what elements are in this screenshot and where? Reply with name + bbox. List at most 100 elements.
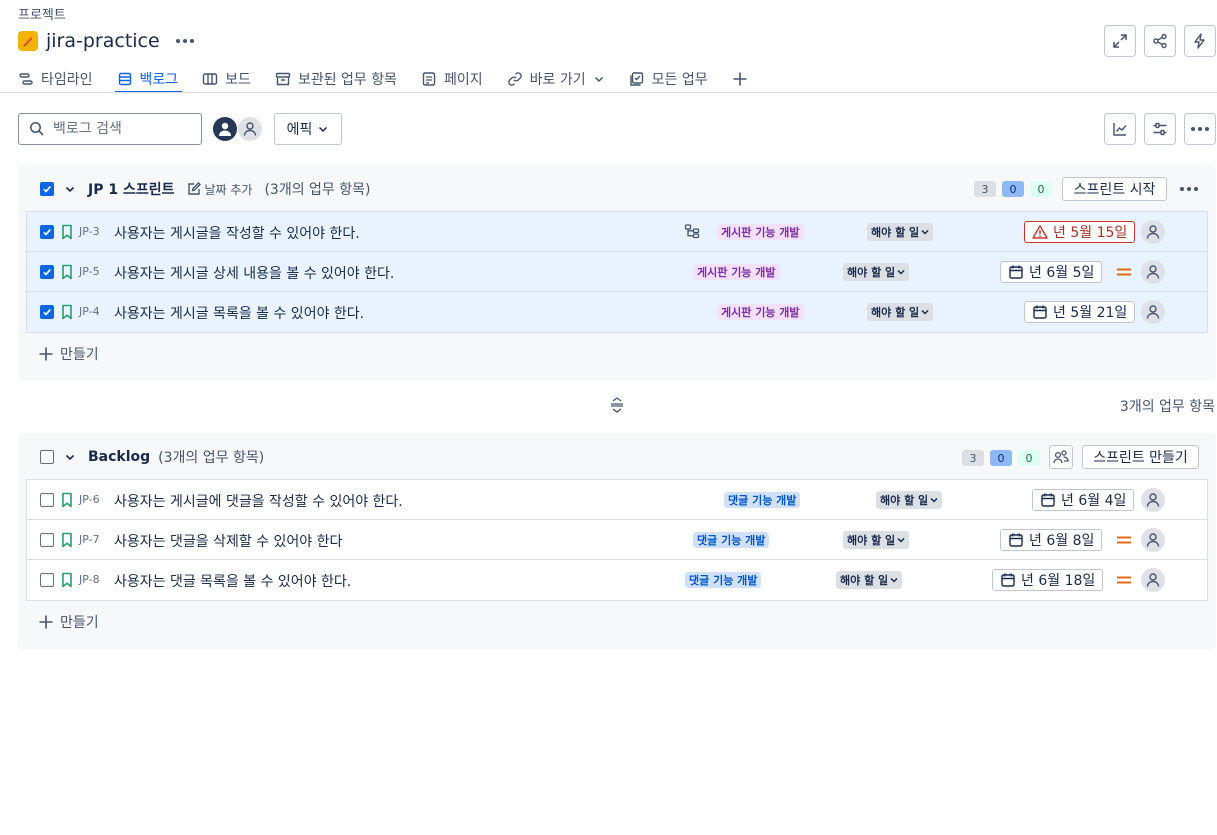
tab-pages[interactable]: 페이지 [421,66,483,92]
chevron-down-icon[interactable] [64,451,76,463]
table-row[interactable]: JP-4 사용자는 게시글 목록을 볼 수 있어야 한다. 게시판 기능 개발 … [27,292,1207,332]
search-input[interactable] [53,121,193,137]
user-icon [1146,305,1160,319]
table-row[interactable]: JP-6 사용자는 게시글에 댓글을 작성할 수 있어야 한다. 댓글 기능 개… [27,480,1207,520]
hierarchy-icon[interactable] [684,223,700,239]
issue-summary[interactable]: 사용자는 게시글에 댓글을 작성할 수 있어야 한다. [114,491,403,511]
issue-summary[interactable]: 사용자는 댓글 목록을 볼 수 있어야 한다. [114,571,351,591]
epic-lozenge[interactable]: 게시판 기능 개발 [717,224,804,240]
tab-label: 백로그 [139,72,179,88]
view-settings-button[interactable] [1144,113,1176,145]
due-date-overdue[interactable]: 년 5월 15일 [1024,221,1136,243]
insights-button[interactable] [1104,113,1136,145]
status-dropdown[interactable]: 해야 할 일 [843,531,910,549]
project-more-icon[interactable] [175,39,194,43]
fullscreen-button[interactable] [1104,25,1136,57]
chevron-down-icon [897,537,905,543]
epic-filter-button[interactable]: 에픽 [274,113,342,145]
issue-key[interactable]: JP-5 [79,265,100,278]
status-dropdown[interactable]: 해야 할 일 [867,303,934,321]
automation-button[interactable] [1184,25,1216,57]
due-date-label: 년 6월 8일 [1029,533,1095,549]
sprint-more-icon[interactable] [1180,187,1198,191]
status-label: 해야 할 일 [880,494,929,507]
sprint-select-checkbox[interactable] [40,182,54,196]
due-date[interactable]: 년 6월 5일 [1000,261,1103,283]
epic-lozenge[interactable]: 게시판 기능 개발 [717,304,804,320]
plus-icon [39,347,53,361]
sprint-create-button[interactable]: 만들기 [38,344,99,364]
start-sprint-button[interactable]: 스프린트 시작 [1062,177,1167,201]
issue-checkbox[interactable] [40,493,54,507]
add-date-button[interactable]: 날짜 추가 [186,181,252,198]
issue-key[interactable]: JP-6 [79,493,100,506]
table-row[interactable]: JP-7 사용자는 댓글을 삭제할 수 있어야 한다 댓글 기능 개발 해야 할… [27,520,1207,560]
issue-checkbox[interactable] [40,305,54,319]
todo-count-pill: 3 [962,450,984,466]
tab-shortcuts[interactable]: 바로 가기 [507,66,605,92]
status-dropdown[interactable]: 해야 할 일 [876,491,943,509]
tab-label: 타임라인 [41,72,93,88]
breadcrumb[interactable]: 프로젝트 [18,4,66,23]
issue-key[interactable]: JP-4 [79,305,100,318]
assignee-avatar[interactable] [1141,528,1165,552]
create-sprint-button[interactable]: 스프린트 만들기 [1082,445,1199,469]
backlog-select-checkbox[interactable] [40,450,54,464]
backlog-create-button[interactable]: 만들기 [38,612,99,632]
assignee-avatar[interactable] [1141,260,1165,284]
tab-all-work[interactable]: 모든 업무 [629,66,708,92]
issue-checkbox[interactable] [40,533,54,547]
status-dropdown[interactable]: 해야 할 일 [836,571,903,589]
table-row[interactable]: JP-3 사용자는 게시글을 작성할 수 있어야 한다. 게시판 기능 개발 해… [27,212,1207,252]
issue-key[interactable]: JP-7 [79,533,100,546]
search-box[interactable] [18,113,202,145]
assignee-avatar[interactable] [1141,488,1165,512]
issue-checkbox[interactable] [40,573,54,587]
tab-board[interactable]: 보드 [202,66,251,92]
issue-summary[interactable]: 사용자는 댓글을 삭제할 수 있어야 한다 [114,531,342,551]
tab-label: 페이지 [444,72,483,88]
issue-checkbox[interactable] [40,225,54,239]
issue-key[interactable]: JP-3 [79,225,100,238]
issue-summary[interactable]: 사용자는 게시글 상세 내용을 볼 수 있어야 한다. [114,263,394,283]
priority-medium-icon[interactable] [1116,573,1132,587]
due-date[interactable]: 년 6월 4일 [1032,489,1135,511]
priority-medium-icon[interactable] [1116,265,1132,279]
epic-lozenge[interactable]: 댓글 기능 개발 [724,492,801,508]
assignee-avatar[interactable] [1141,568,1165,592]
chevron-down-icon [921,309,929,315]
add-tab-button[interactable] [732,66,748,92]
chevron-down-icon[interactable] [64,183,76,195]
issue-summary[interactable]: 사용자는 게시글을 작성할 수 있어야 한다. [114,223,360,243]
due-date[interactable]: 년 5월 21일 [1024,301,1136,323]
tab-archived[interactable]: 보관된 업무 항목 [275,66,397,92]
resize-handle-icon[interactable] [608,396,626,414]
priority-medium-icon[interactable] [1116,533,1132,547]
status-dropdown[interactable]: 해야 할 일 [843,263,910,281]
more-actions-button[interactable] [1184,113,1216,145]
epic-lozenge[interactable]: 댓글 기능 개발 [685,572,762,588]
issue-key[interactable]: JP-8 [79,573,100,586]
backlog-issue-list: JP-6 사용자는 게시글에 댓글을 작성할 수 있어야 한다. 댓글 기능 개… [26,479,1208,601]
create-label: 만들기 [60,347,99,363]
table-row[interactable]: JP-8 사용자는 댓글 목록을 볼 수 있어야 한다. 댓글 기능 개발 해야… [27,560,1207,600]
backlog-people-button[interactable] [1049,445,1073,469]
status-dropdown[interactable]: 해야 할 일 [867,223,934,241]
issue-summary[interactable]: 사용자는 게시글 목록을 볼 수 있어야 한다. [114,303,364,323]
story-icon [62,572,72,588]
avatar-current-user[interactable] [213,117,237,141]
chart-icon [1113,123,1127,136]
epic-lozenge[interactable]: 댓글 기능 개발 [693,532,770,548]
sprint-name: JP 1 스프린트 [88,182,175,198]
share-button[interactable] [1144,25,1176,57]
table-row[interactable]: JP-5 사용자는 게시글 상세 내용을 볼 수 있어야 한다. 게시판 기능 … [27,252,1207,292]
assignee-avatar[interactable] [1141,300,1165,324]
tab-timeline[interactable]: 타임라인 [18,66,93,92]
tab-backlog[interactable]: 백로그 [114,66,182,93]
issue-checkbox[interactable] [40,265,54,279]
assignee-avatar[interactable] [1141,220,1165,244]
due-date[interactable]: 년 6월 18일 [992,569,1104,591]
due-date[interactable]: 년 6월 8일 [1000,529,1103,551]
epic-lozenge[interactable]: 게시판 기능 개발 [693,264,780,280]
avatar-unassigned[interactable] [238,117,262,141]
